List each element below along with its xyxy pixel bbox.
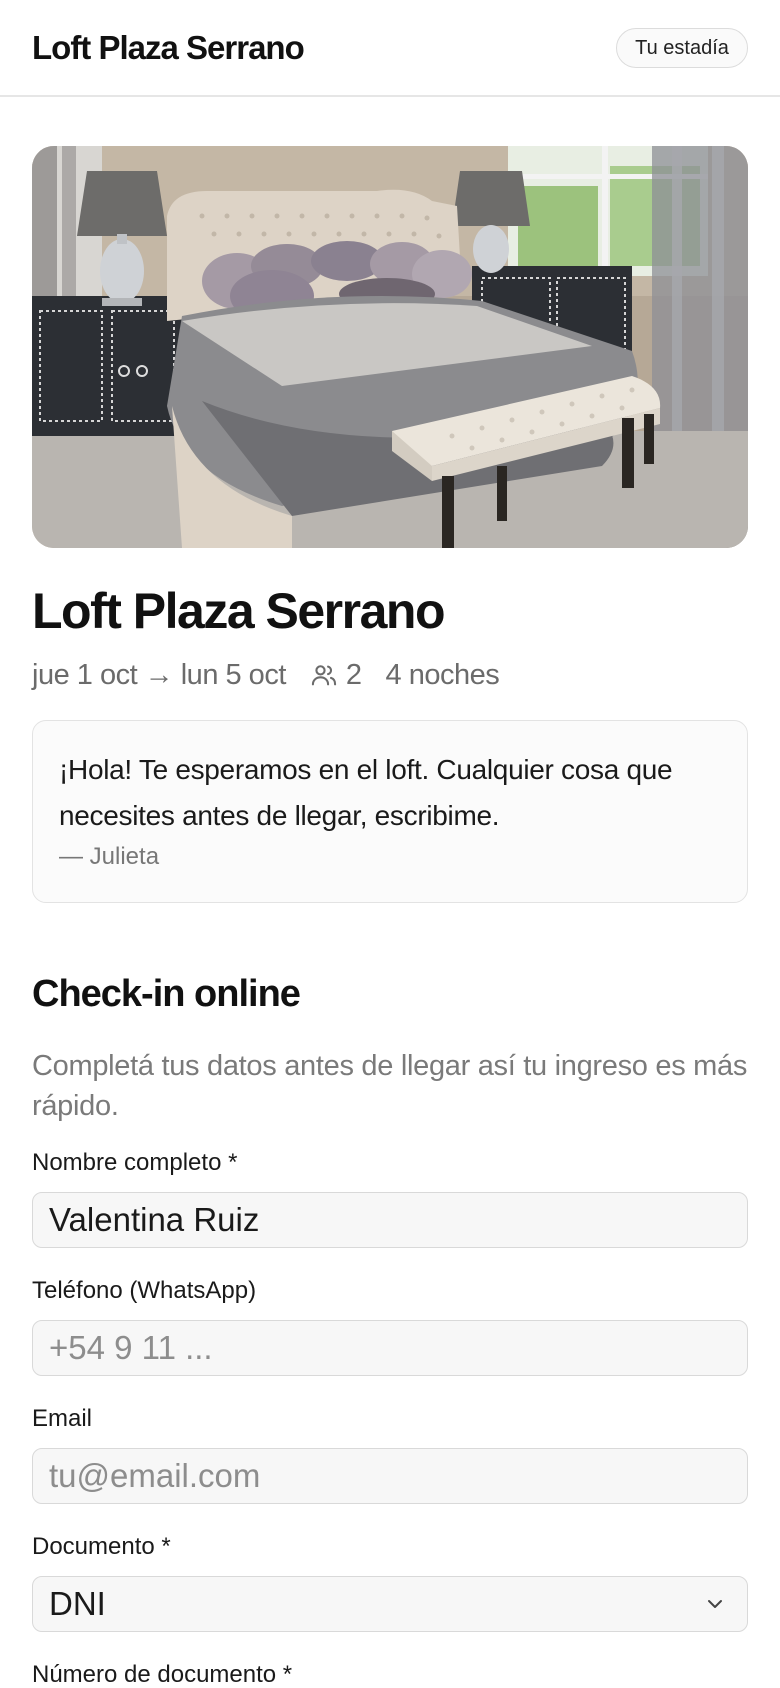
checkin-description: Completá tus datos antes de llegar así t… (32, 1050, 748, 1122)
email-label: Email (32, 1405, 93, 1432)
stay-dates: jue 1 oct → lun 5 oct (32, 658, 286, 691)
host-signature: — Julieta (59, 843, 160, 870)
guest-count-value: 2 (345, 658, 362, 691)
chevron-down-icon (708, 1600, 722, 1608)
email-input[interactable] (32, 1448, 748, 1504)
checkin-title: Check-in online (32, 973, 301, 1015)
phone-input[interactable] (32, 1320, 748, 1376)
host-message: ¡Hola! Te esperamos en el loft. Cualquie… (59, 754, 673, 831)
phone-label: Teléfono (WhatsApp) (32, 1277, 257, 1304)
top-bar: Loft Plaza Serrano Tu estadía (0, 0, 780, 97)
users-icon (311, 665, 337, 686)
guest-count: 2 (310, 659, 362, 692)
full-name-input[interactable] (32, 1192, 748, 1248)
host-note-card: ¡Hola! Te esperamos en el loft. Cualquie… (32, 720, 748, 903)
stay-summary: jue 1 oct → lun 5 oct 2 4 noches (32, 657, 500, 693)
name-label: Nombre completo * (32, 1149, 238, 1176)
document-number-label: Número de documento * (32, 1661, 293, 1688)
listing-title: Loft Plaza Serrano (32, 583, 446, 639)
listing-photo (32, 146, 748, 548)
your-stay-button[interactable]: Tu estadía (616, 28, 748, 68)
document-type-value: DNI (49, 1585, 106, 1622)
document-type-select[interactable]: DNI (32, 1576, 748, 1632)
brand-title: Loft Plaza Serrano (32, 29, 305, 66)
document-label: Documento * (32, 1533, 171, 1560)
nights-count: 4 noches (385, 658, 500, 691)
